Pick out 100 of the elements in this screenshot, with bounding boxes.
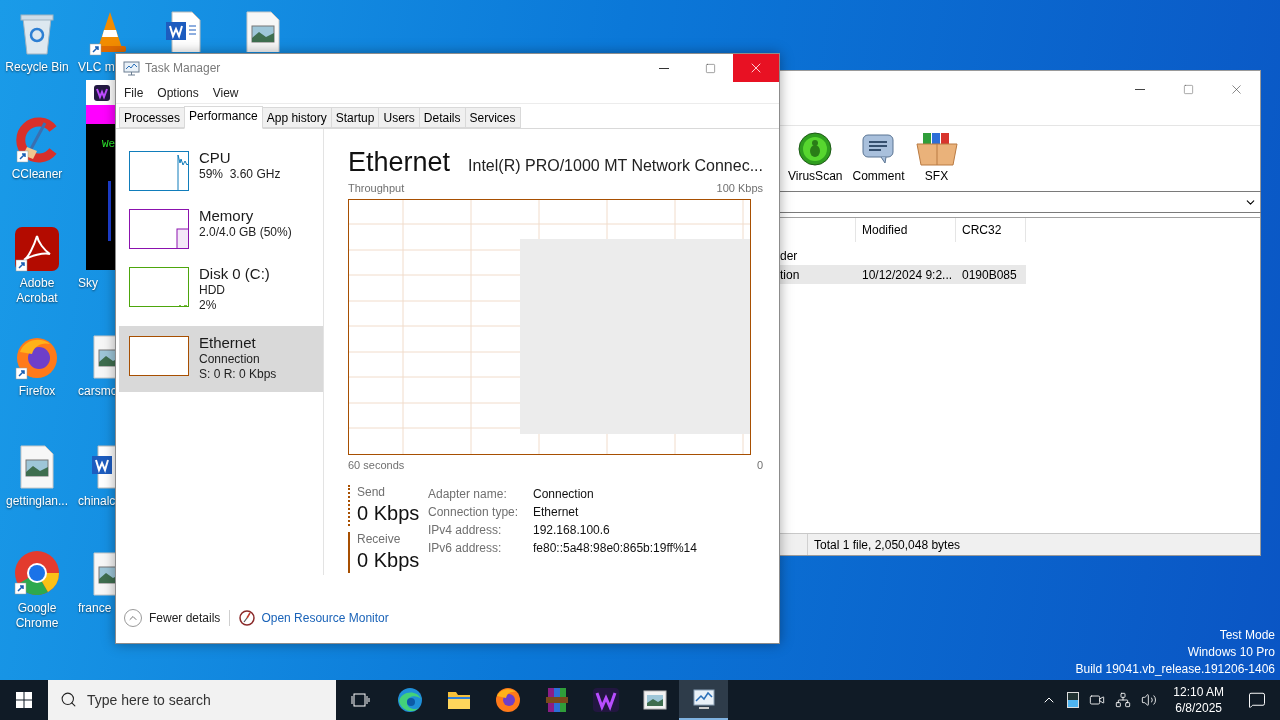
icon-label: Google Chrome <box>14 601 60 631</box>
icon-label: Firefox <box>18 384 56 399</box>
resource-name: Memory <box>199 206 255 225</box>
property-value: Connection <box>533 486 594 503</box>
resource-name: CPU <box>199 148 232 167</box>
tab[interactable]: Services <box>464 107 521 128</box>
fewer-details-button[interactable]: Fewer details <box>124 609 221 627</box>
icon-label: Adobe Acrobat <box>15 276 59 306</box>
column-header[interactable]: Modified <box>856 218 956 242</box>
property-label: Connection type: <box>428 504 520 521</box>
resource-stat: HDD <box>199 283 226 298</box>
resource-monitor-link[interactable]: Open Resource Monitor <box>261 609 389 627</box>
path-combo[interactable] <box>779 191 1261 213</box>
box-icon <box>914 132 959 166</box>
acrobat-icon[interactable] <box>14 226 60 272</box>
minimize-icon <box>1135 89 1145 90</box>
tab[interactable]: Users <box>378 107 420 128</box>
search-icon <box>60 691 77 708</box>
file-row[interactable]: der <box>780 246 1026 265</box>
column-header[interactable]: CRC32 <box>956 218 1026 242</box>
header-bar <box>86 105 115 124</box>
clock[interactable]: 12:10 AM 6/8/2025 <box>1167 684 1230 716</box>
task-view-icon[interactable] <box>350 691 371 709</box>
resource-stat: 2% <box>199 298 218 313</box>
maximize-icon <box>1182 84 1194 95</box>
resource-stat: 2.0/4.0 GB (50%) <box>199 225 292 240</box>
file-row[interactable]: tion 10/12/2024 9:2... 0190B085 <box>780 265 1026 284</box>
icon-label: chinalc <box>78 494 116 509</box>
edge-icon[interactable] <box>396 687 423 713</box>
icon-label: CCleaner <box>11 167 63 182</box>
graph-label: Throughput <box>348 181 405 196</box>
stat-value: 0 Kbps <box>357 501 421 526</box>
icon-label: Recycle Bin <box>5 60 69 75</box>
detail-title: Ethernet <box>348 146 451 179</box>
resource-name: Ethernet <box>199 333 257 352</box>
resource-name: Disk 0 (C:) <box>199 264 270 283</box>
stat-value: 0 Kbps <box>357 548 421 573</box>
resource-item[interactable]: Disk 0 (C:) HDD 2% <box>119 262 323 318</box>
icon-label: VLC m <box>78 60 115 75</box>
resource-item[interactable]: CPU 59% 3.60 GHz <box>119 146 323 196</box>
monitor-graph-icon <box>123 60 140 76</box>
tab[interactable]: Details <box>418 107 466 128</box>
network-icon[interactable] <box>1115 692 1132 708</box>
menu-item[interactable]: View <box>205 83 246 102</box>
console-bar <box>108 181 111 241</box>
windows-logo-icon <box>16 692 32 708</box>
graph-max: 100 Kbps <box>716 181 763 196</box>
menu-item[interactable]: File <box>117 83 151 102</box>
property-value: fe80::5a48:98e0:865b:19ff%14 <box>533 540 697 557</box>
search-field[interactable]: Type here to search <box>48 680 336 720</box>
gauge-icon <box>239 610 256 626</box>
adapter-name: Intel(R) PRO/1000 MT Network Connec... <box>468 156 763 176</box>
notifications-icon[interactable] <box>1248 691 1266 709</box>
resource-item[interactable]: Memory 2.0/4.0 GB (50%) <box>119 204 323 254</box>
property-value: 192.168.100.6 <box>533 522 610 539</box>
tab[interactable]: Processes <box>119 107 186 128</box>
resource-stat: 59% 3.60 GHz <box>199 167 281 182</box>
toolbar-button[interactable]: SFX <box>912 132 961 183</box>
icon-label: Sky <box>78 276 98 291</box>
graph-span: 60 seconds <box>348 457 405 473</box>
menu-item[interactable]: Options <box>150 83 206 102</box>
resource-stat: S: 0 R: 0 Kbps <box>199 367 277 382</box>
window-title: Task Manager <box>145 60 221 77</box>
chrome-icon[interactable] <box>13 549 61 597</box>
property-label: Adapter name: <box>428 486 508 503</box>
tab[interactable]: Performance <box>184 106 263 129</box>
firefox-icon[interactable] <box>494 687 521 713</box>
task-manager-icon[interactable] <box>691 688 716 710</box>
minimize-icon <box>659 67 669 69</box>
toolbar-button[interactable]: Comment <box>850 132 907 183</box>
resource-stat: Connection <box>199 352 261 367</box>
icon-label: carsmc <box>78 384 117 399</box>
tab[interactable]: Startup <box>330 107 380 128</box>
battery-icon[interactable] <box>1067 692 1080 708</box>
app-logo-icon <box>94 84 110 101</box>
status-text: Total 1 file, 2,050,048 bytes <box>813 536 961 554</box>
volume-icon[interactable] <box>1141 692 1158 708</box>
icon-label: gettinglan... <box>5 494 68 509</box>
console-text: We <box>102 138 115 151</box>
icon-label: france <box>78 601 112 616</box>
speech-bubble-icon <box>861 132 896 166</box>
property-label: IPv6 address: <box>428 540 503 557</box>
property-label: IPv4 address: <box>428 522 503 539</box>
tab[interactable]: App history <box>261 107 332 128</box>
system-info-text: Test Mode <box>1219 627 1275 644</box>
toolbar-button[interactable]: VirusScan <box>786 132 845 183</box>
resource-item[interactable]: Ethernet Connection S: 0 R: 0 Kbps <box>119 326 323 392</box>
image-viewer-icon[interactable] <box>642 689 667 711</box>
books-box-icon[interactable] <box>543 687 570 713</box>
system-info-text: Windows 10 Pro <box>1187 644 1275 661</box>
stat-label: Receive <box>357 532 402 547</box>
graph-min: 0 <box>756 457 763 473</box>
camera-icon[interactable] <box>1089 692 1106 708</box>
app-logo-icon[interactable] <box>592 688 619 712</box>
ccleaner-icon[interactable] <box>15 117 59 163</box>
system-info-text: Build 19041.vb_release.191206-1406 <box>1075 661 1275 678</box>
stat-label: Send <box>357 485 387 500</box>
bug-icon <box>798 132 833 166</box>
folder-icon[interactable] <box>446 689 471 711</box>
property-value: Ethernet <box>533 504 579 521</box>
